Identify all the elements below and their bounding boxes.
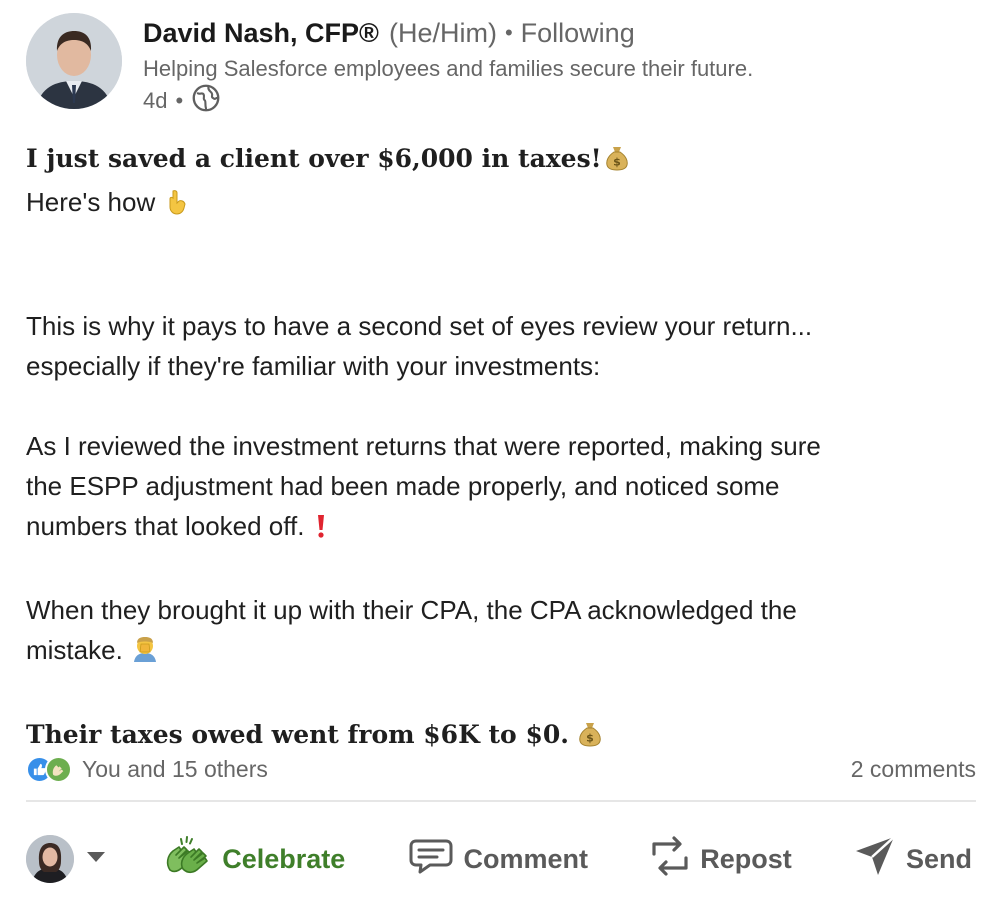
globe-icon	[192, 84, 220, 118]
celebrate-reaction-icon	[45, 755, 72, 783]
follow-status[interactable]: Following	[521, 18, 635, 49]
reactions-summary[interactable]: You and 15 others	[26, 755, 268, 783]
celebrate-label: Celebrate	[222, 843, 346, 874]
post-as-selector[interactable]	[26, 835, 106, 883]
social-counts: You and 15 others 2 comments	[26, 752, 976, 786]
chevron-down-icon[interactable]	[86, 850, 106, 868]
author-pronouns: (He/Him)	[388, 17, 497, 48]
comment-icon	[408, 836, 464, 883]
paragraph-2-line-2: the ESPP adjustment had been made proper…	[26, 471, 780, 501]
repost-icon	[650, 834, 700, 885]
separator-dot: •	[175, 88, 184, 113]
current-user-avatar	[26, 835, 74, 883]
divider	[26, 800, 976, 802]
red-exclamation-icon	[316, 510, 326, 550]
author-headline: Helping Salesforce employees and familie…	[143, 56, 754, 81]
facepalm-icon	[131, 634, 159, 674]
reactions-count-text[interactable]: You and 15 others	[82, 756, 268, 783]
celebrate-icon	[164, 835, 222, 883]
post-body: I just saved a client over $6,000 in tax…	[26, 138, 976, 758]
post-meta: 4d •	[143, 84, 220, 118]
svg-text:$: $	[586, 732, 594, 745]
paragraph-1-line-2: especially if they're familiar with your…	[26, 351, 601, 381]
author-avatar[interactable]	[26, 13, 122, 109]
celebrate-button[interactable]: Celebrate	[160, 829, 349, 889]
paragraph-2-line-1: As I reviewed the investment returns tha…	[26, 431, 821, 461]
post-headline: I just saved a client over $6,000 in tax…	[26, 144, 602, 173]
send-label: Send	[905, 843, 972, 874]
repost-button[interactable]: Repost	[646, 829, 796, 889]
send-button[interactable]: Send	[850, 829, 976, 889]
post-intro: Here's how	[26, 187, 156, 217]
separator-dot: •	[504, 20, 513, 45]
paragraph-3-line-1: When they brought it up with their CPA, …	[26, 595, 797, 625]
repost-label: Repost	[700, 843, 792, 874]
post-time[interactable]: 4d	[143, 88, 167, 114]
paragraph-1-line-1: This is why it pays to have a second set…	[26, 311, 813, 341]
action-bar: Celebrate Comment Repost Send	[26, 826, 976, 892]
svg-text:$: $	[613, 156, 621, 169]
comments-count[interactable]: 2 comments	[851, 756, 976, 783]
author-name[interactable]: David Nash, CFP®	[143, 18, 379, 49]
comment-button[interactable]: Comment	[404, 829, 593, 889]
paragraph-2-line-3: numbers that looked off.	[26, 511, 305, 541]
post-closing: Their taxes owed went from $6K to $0.	[26, 720, 569, 749]
comment-label: Comment	[463, 843, 589, 874]
paragraph-3-line-2: mistake.	[26, 635, 123, 665]
money-bag-icon: $	[605, 142, 628, 182]
pointing-down-icon	[167, 186, 187, 226]
send-icon	[854, 835, 906, 884]
